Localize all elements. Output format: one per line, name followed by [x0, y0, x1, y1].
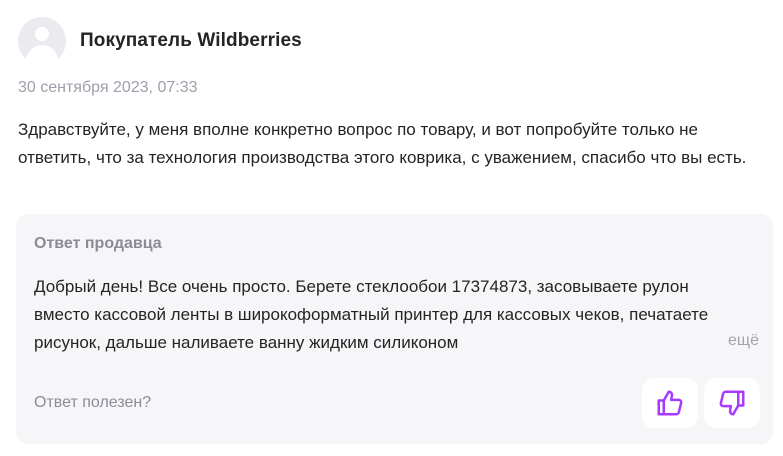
thumbs-down-icon	[719, 390, 745, 416]
question-text: Здравствуйте, у меня вполне конкретно во…	[18, 120, 747, 167]
author-name: Покупатель Wildberries	[80, 30, 302, 51]
seller-answer-title: Ответ продавца	[34, 235, 162, 252]
review-card: Покупатель Wildberries 30 сентября 2023,…	[0, 0, 783, 456]
dislike-button[interactable]	[704, 378, 760, 428]
avatar-shoulders	[26, 45, 58, 65]
review-header: Покупатель Wildberries	[18, 17, 302, 65]
user-avatar-icon	[18, 17, 66, 65]
review-date: 30 сентября 2023, 07:33	[18, 79, 198, 96]
like-button[interactable]	[642, 378, 698, 428]
seller-answer-text: Добрый день! Все очень просто. Берете ст…	[34, 277, 709, 352]
avatar-head	[35, 27, 49, 41]
seller-answer-panel: Ответ продавца Добрый день! Все очень пр…	[16, 214, 773, 444]
thumbs-up-icon	[657, 390, 683, 416]
helpful-question: Ответ полезен?	[34, 394, 152, 411]
show-more-link[interactable]: ещё	[722, 332, 759, 350]
